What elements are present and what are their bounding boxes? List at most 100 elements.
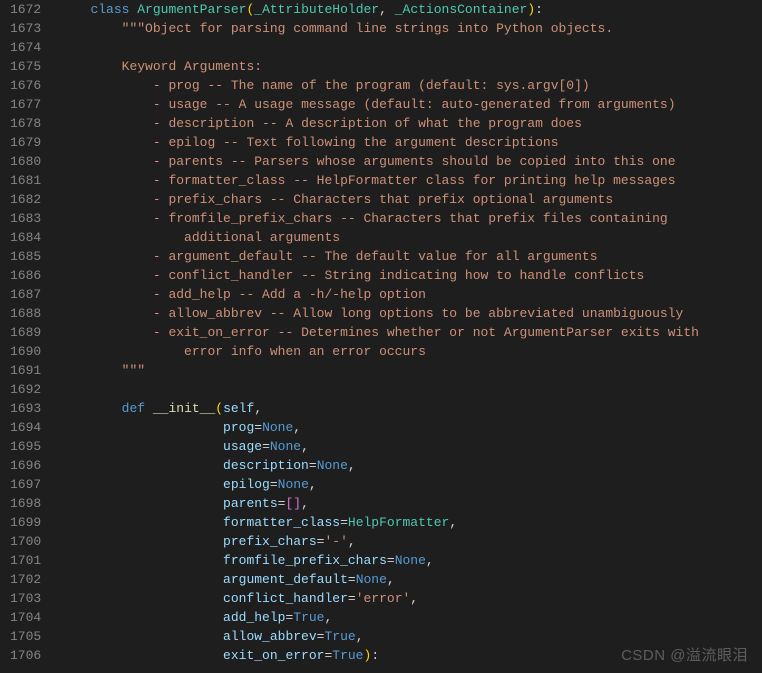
token: prefix_chars: [223, 534, 317, 549]
token: class: [90, 2, 137, 17]
code-line[interactable]: epilog=None,: [59, 475, 752, 494]
token: - allow_abbrev -- Allow long options to …: [153, 306, 684, 321]
token: add_help: [223, 610, 285, 625]
code-line[interactable]: - exit_on_error -- Determines whether or…: [59, 323, 752, 342]
token: True: [293, 610, 324, 625]
code-line[interactable]: """Object for parsing command line strin…: [59, 19, 752, 38]
code-line[interactable]: parents=[],: [59, 494, 752, 513]
token: ,: [387, 572, 395, 587]
code-line[interactable]: - epilog -- Text following the argument …: [59, 133, 752, 152]
token: parents: [223, 496, 278, 511]
token: None: [395, 553, 426, 568]
code-line[interactable]: [59, 380, 752, 399]
line-number: 1694: [10, 418, 41, 437]
token: None: [262, 420, 293, 435]
token: - fromfile_prefix_chars -- Characters th…: [153, 211, 668, 226]
token: - epilog -- Text following the argument …: [153, 135, 559, 150]
line-number: 1684: [10, 228, 41, 247]
line-number: 1692: [10, 380, 41, 399]
code-line[interactable]: error info when an error occurs: [59, 342, 752, 361]
token: ,: [293, 420, 301, 435]
token: =: [254, 420, 262, 435]
token: =: [309, 458, 317, 473]
token: """Object for parsing command line strin…: [122, 21, 613, 36]
code-line[interactable]: - allow_abbrev -- Allow long options to …: [59, 304, 752, 323]
line-number: 1677: [10, 95, 41, 114]
line-number: 1698: [10, 494, 41, 513]
line-number: 1689: [10, 323, 41, 342]
code-line[interactable]: Keyword Arguments:: [59, 57, 752, 76]
line-number: 1688: [10, 304, 41, 323]
token: ,: [254, 401, 262, 416]
token: None: [317, 458, 348, 473]
line-number: 1687: [10, 285, 41, 304]
code-line[interactable]: usage=None,: [59, 437, 752, 456]
code-line[interactable]: - argument_default -- The default value …: [59, 247, 752, 266]
code-line[interactable]: - formatter_class -- HelpFormatter class…: [59, 171, 752, 190]
code-line[interactable]: - usage -- A usage message (default: aut…: [59, 95, 752, 114]
token: - description -- A description of what t…: [153, 116, 582, 131]
code-line[interactable]: allow_abbrev=True,: [59, 627, 752, 646]
code-line[interactable]: argument_default=None,: [59, 570, 752, 589]
token: exit_on_error: [223, 648, 324, 663]
code-line[interactable]: - add_help -- Add a -h/-help option: [59, 285, 752, 304]
token: 'error': [356, 591, 411, 606]
token: ): [527, 2, 535, 17]
line-number: 1702: [10, 570, 41, 589]
code-line[interactable]: """: [59, 361, 752, 380]
code-line[interactable]: description=None,: [59, 456, 752, 475]
token: fromfile_prefix_chars: [223, 553, 387, 568]
code-line[interactable]: exit_on_error=True):: [59, 646, 752, 665]
line-number: 1700: [10, 532, 41, 551]
code-line[interactable]: prog=None,: [59, 418, 752, 437]
token: _AttributeHolder: [254, 2, 379, 17]
token: ,: [301, 496, 309, 511]
line-number: 1696: [10, 456, 41, 475]
line-number: 1693: [10, 399, 41, 418]
code-line[interactable]: - conflict_handler -- String indicating …: [59, 266, 752, 285]
code-line[interactable]: fromfile_prefix_chars=None,: [59, 551, 752, 570]
line-number: 1704: [10, 608, 41, 627]
code-line[interactable]: conflict_handler='error',: [59, 589, 752, 608]
line-number: 1690: [10, 342, 41, 361]
line-number: 1683: [10, 209, 41, 228]
token: self: [223, 401, 254, 416]
token: ,: [379, 2, 395, 17]
code-line[interactable]: def __init__(self,: [59, 399, 752, 418]
line-number: 1681: [10, 171, 41, 190]
line-number: 1673: [10, 19, 41, 38]
code-line[interactable]: [59, 38, 752, 57]
code-line[interactable]: - prefix_chars -- Characters that prefix…: [59, 190, 752, 209]
code-line[interactable]: - prog -- The name of the program (defau…: [59, 76, 752, 95]
token: - parents -- Parsers whose arguments sho…: [153, 154, 676, 169]
code-line[interactable]: - parents -- Parsers whose arguments sho…: [59, 152, 752, 171]
token: - add_help -- Add a -h/-help option: [153, 287, 426, 302]
line-number: 1678: [10, 114, 41, 133]
code-line[interactable]: - description -- A description of what t…: [59, 114, 752, 133]
token: ,: [426, 553, 434, 568]
token: ,: [301, 439, 309, 454]
token: None: [356, 572, 387, 587]
code-editor[interactable]: 1672167316741675167616771678167916801681…: [0, 0, 762, 673]
line-number: 1685: [10, 247, 41, 266]
token: conflict_handler: [223, 591, 348, 606]
code-line[interactable]: class ArgumentParser(_AttributeHolder, _…: [59, 0, 752, 19]
code-line[interactable]: - fromfile_prefix_chars -- Characters th…: [59, 209, 752, 228]
token: =: [387, 553, 395, 568]
token: usage: [223, 439, 262, 454]
token: formatter_class: [223, 515, 340, 530]
code-line[interactable]: add_help=True,: [59, 608, 752, 627]
token: prog: [223, 420, 254, 435]
line-number: 1701: [10, 551, 41, 570]
line-number: 1682: [10, 190, 41, 209]
line-number: 1703: [10, 589, 41, 608]
token: ,: [410, 591, 418, 606]
token: - prefix_chars -- Characters that prefix…: [153, 192, 613, 207]
code-line[interactable]: formatter_class=HelpFormatter,: [59, 513, 752, 532]
token: - usage -- A usage message (default: aut…: [153, 97, 676, 112]
code-line[interactable]: additional arguments: [59, 228, 752, 247]
code-content[interactable]: class ArgumentParser(_AttributeHolder, _…: [59, 0, 762, 673]
code-line[interactable]: prefix_chars='-',: [59, 532, 752, 551]
token: - formatter_class -- HelpFormatter class…: [153, 173, 676, 188]
token: ,: [449, 515, 457, 530]
